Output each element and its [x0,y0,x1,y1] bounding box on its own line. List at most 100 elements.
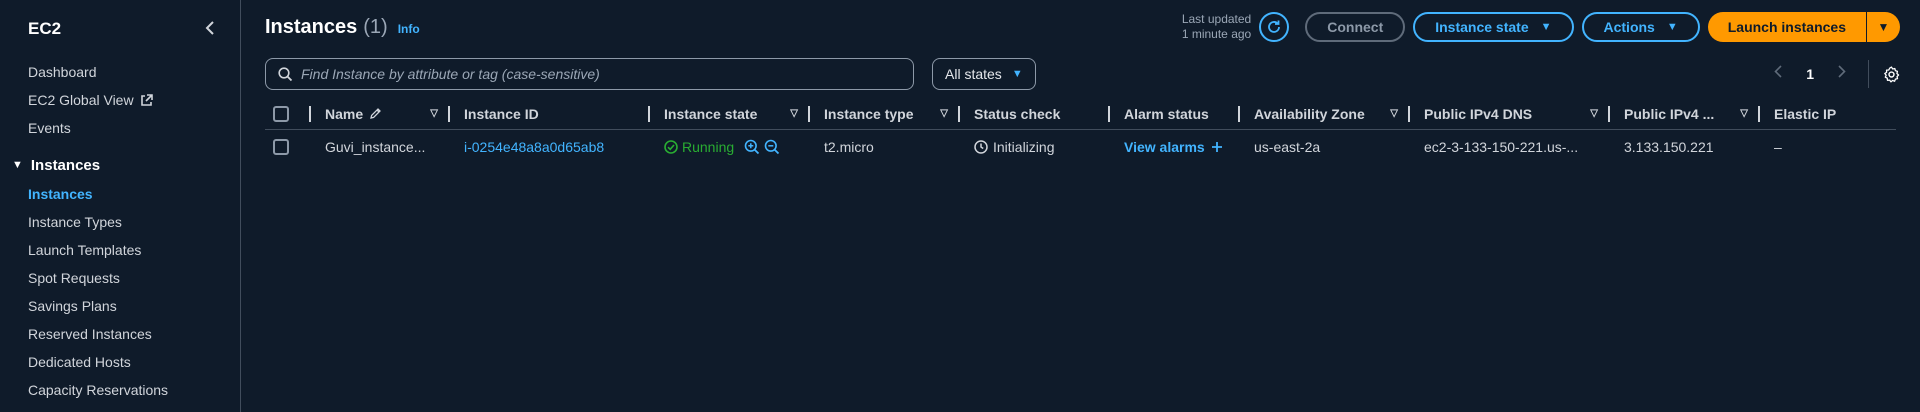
sidebar-item-dedicated-hosts[interactable]: Dedicated Hosts [0,348,240,376]
column-header-name[interactable]: Name ▽ [311,98,450,129]
sidebar-item-spot-requests[interactable]: Spot Requests [0,264,240,292]
sidebar-item-label: Launch Templates [28,242,142,258]
sidebar-item-events[interactable]: Events [0,114,240,142]
sidebar-item-label: Dashboard [28,64,97,80]
sidebar-item-dashboard[interactable]: Dashboard [0,58,240,86]
column-label: Public IPv4 ... [1624,105,1715,122]
column-header-public-dns[interactable]: Public IPv4 DNS ▽ [1410,98,1610,129]
sidebar-item-global-view[interactable]: EC2 Global View [0,86,240,114]
header-checkbox-cell [265,98,311,129]
sort-icon[interactable]: ▽ [430,108,438,119]
cell-public-ip: 3.133.150.221 [1610,130,1760,164]
sidebar-item-savings-plans[interactable]: Savings Plans [0,292,240,320]
launch-dropdown-button[interactable]: ▼ [1866,12,1900,42]
instances-table: Name ▽ Instance ID Instance state ▽ Inst… [265,98,1896,164]
cell-instance-state: Running [650,130,810,164]
instance-id-link[interactable]: i-0254e48a8a0d65ab8 [464,139,604,155]
connect-button[interactable]: Connect [1305,12,1406,42]
column-header-status-check[interactable]: Status check [960,98,1110,129]
cell-public-dns: ec2-3-133-150-221.us-... [1410,130,1610,164]
sidebar-section-instances[interactable]: ▼ Instances [0,150,240,180]
plus-icon[interactable] [1211,141,1223,153]
caret-down-icon: ▼ [1666,21,1678,33]
cell-elastic-ip: – [1760,130,1860,164]
next-page-icon[interactable] [1826,65,1858,83]
page-header: Instances (1) Info Last updated 1 minute… [241,0,1920,54]
states-select[interactable]: All states ▼ [932,58,1036,90]
caret-down-icon: ▼ [1540,21,1552,33]
status-check-value: Initializing [993,139,1055,155]
column-header-elastic-ip[interactable]: Elastic IP [1760,98,1860,129]
table-row[interactable]: Guvi_instance... i-0254e48a8a0d65ab8 Run… [265,130,1896,164]
column-header-instance-state[interactable]: Instance state ▽ [650,98,810,129]
sort-icon[interactable]: ▽ [1740,108,1748,119]
refresh-button[interactable] [1259,12,1290,42]
cell-instance-id: i-0254e48a8a0d65ab8 [450,130,650,164]
instance-state-value: Running [682,139,735,155]
caret-down-icon: ▼ [1877,20,1890,34]
sidebar-item-label: Spot Requests [28,270,120,286]
search-box [265,58,914,90]
refresh-icon [1268,20,1281,33]
zoom-icons [744,139,780,155]
sidebar-item-label: Events [28,120,71,136]
instance-type-value: t2.micro [824,139,874,155]
column-label: Instance ID [464,105,539,122]
collapse-sidebar-icon[interactable] [204,20,216,38]
page-number[interactable]: 1 [1794,66,1826,82]
cell-instance-type: t2.micro [810,130,960,164]
column-label: Status check [974,105,1061,122]
sidebar-item-label: Dedicated Hosts [28,354,131,370]
instance-count: (1) [363,15,388,38]
sidebar-item-instance-types[interactable]: Instance Types [0,208,240,236]
actions-button[interactable]: Actions ▼ [1581,12,1700,42]
external-link-icon [140,93,153,107]
sidebar-item-label: Instance Types [28,214,122,230]
sort-icon[interactable]: ▽ [1390,108,1398,119]
zoom-out-icon[interactable] [764,139,780,155]
instance-state-button[interactable]: Instance state ▼ [1413,12,1574,42]
sort-icon[interactable]: ▽ [1590,108,1598,119]
check-circle-icon [664,140,678,154]
row-checkbox[interactable] [273,139,289,155]
info-link[interactable]: Info [398,22,420,36]
sidebar: EC2 Dashboard EC2 Global View Events ▼ I… [0,0,241,412]
sidebar-item-capacity-reservations[interactable]: Capacity Reservations [0,376,240,404]
select-all-checkbox[interactable] [273,105,289,122]
sidebar-item-label: EC2 Global View [28,92,134,108]
last-updated-time: 1 minute ago [1181,27,1252,41]
sort-icon[interactable]: ▽ [940,108,948,119]
previous-page-icon[interactable] [1762,65,1794,83]
search-input[interactable] [301,66,901,82]
pencil-icon [370,108,382,119]
pagination: 1 [1762,60,1900,88]
cell-status-check: Initializing [960,130,1110,164]
row-checkbox-cell [265,130,311,164]
column-header-instance-type[interactable]: Instance type ▽ [810,98,960,129]
column-header-alarm-status[interactable]: Alarm status [1110,98,1240,129]
gear-icon[interactable] [1877,65,1900,83]
sidebar-item-label: Savings Plans [28,298,117,314]
caret-down-icon: ▼ [1011,68,1023,80]
table-header: Name ▽ Instance ID Instance state ▽ Inst… [265,98,1896,130]
instance-name: Guvi_instance... [325,139,426,155]
ec2-console: EC2 Dashboard EC2 Global View Events ▼ I… [0,0,1920,412]
main-content: Instances (1) Info Last updated 1 minute… [241,0,1920,412]
launch-instances-button[interactable]: Launch instances [1707,12,1866,42]
cell-name: Guvi_instance... [311,130,450,164]
column-header-instance-id[interactable]: Instance ID [450,98,650,129]
sort-icon[interactable]: ▽ [790,108,798,119]
view-alarms-link[interactable]: View alarms [1124,139,1205,155]
connect-label: Connect [1327,19,1384,35]
running-status: Running [664,139,734,155]
sidebar-item-reserved-instances[interactable]: Reserved Instances [0,320,240,348]
launch-label: Launch instances [1727,19,1846,35]
sidebar-item-instances[interactable]: Instances [0,180,240,208]
sidebar-item-label: Instances [28,186,93,202]
sidebar-item-launch-templates[interactable]: Launch Templates [0,236,240,264]
sidebar-section-label: Instances [30,156,101,174]
column-header-public-ip[interactable]: Public IPv4 ... ▽ [1610,98,1760,129]
zoom-in-icon[interactable] [744,139,760,155]
last-updated-label: Last updated [1181,12,1252,26]
column-header-availability-zone[interactable]: Availability Zone ▽ [1240,98,1410,129]
